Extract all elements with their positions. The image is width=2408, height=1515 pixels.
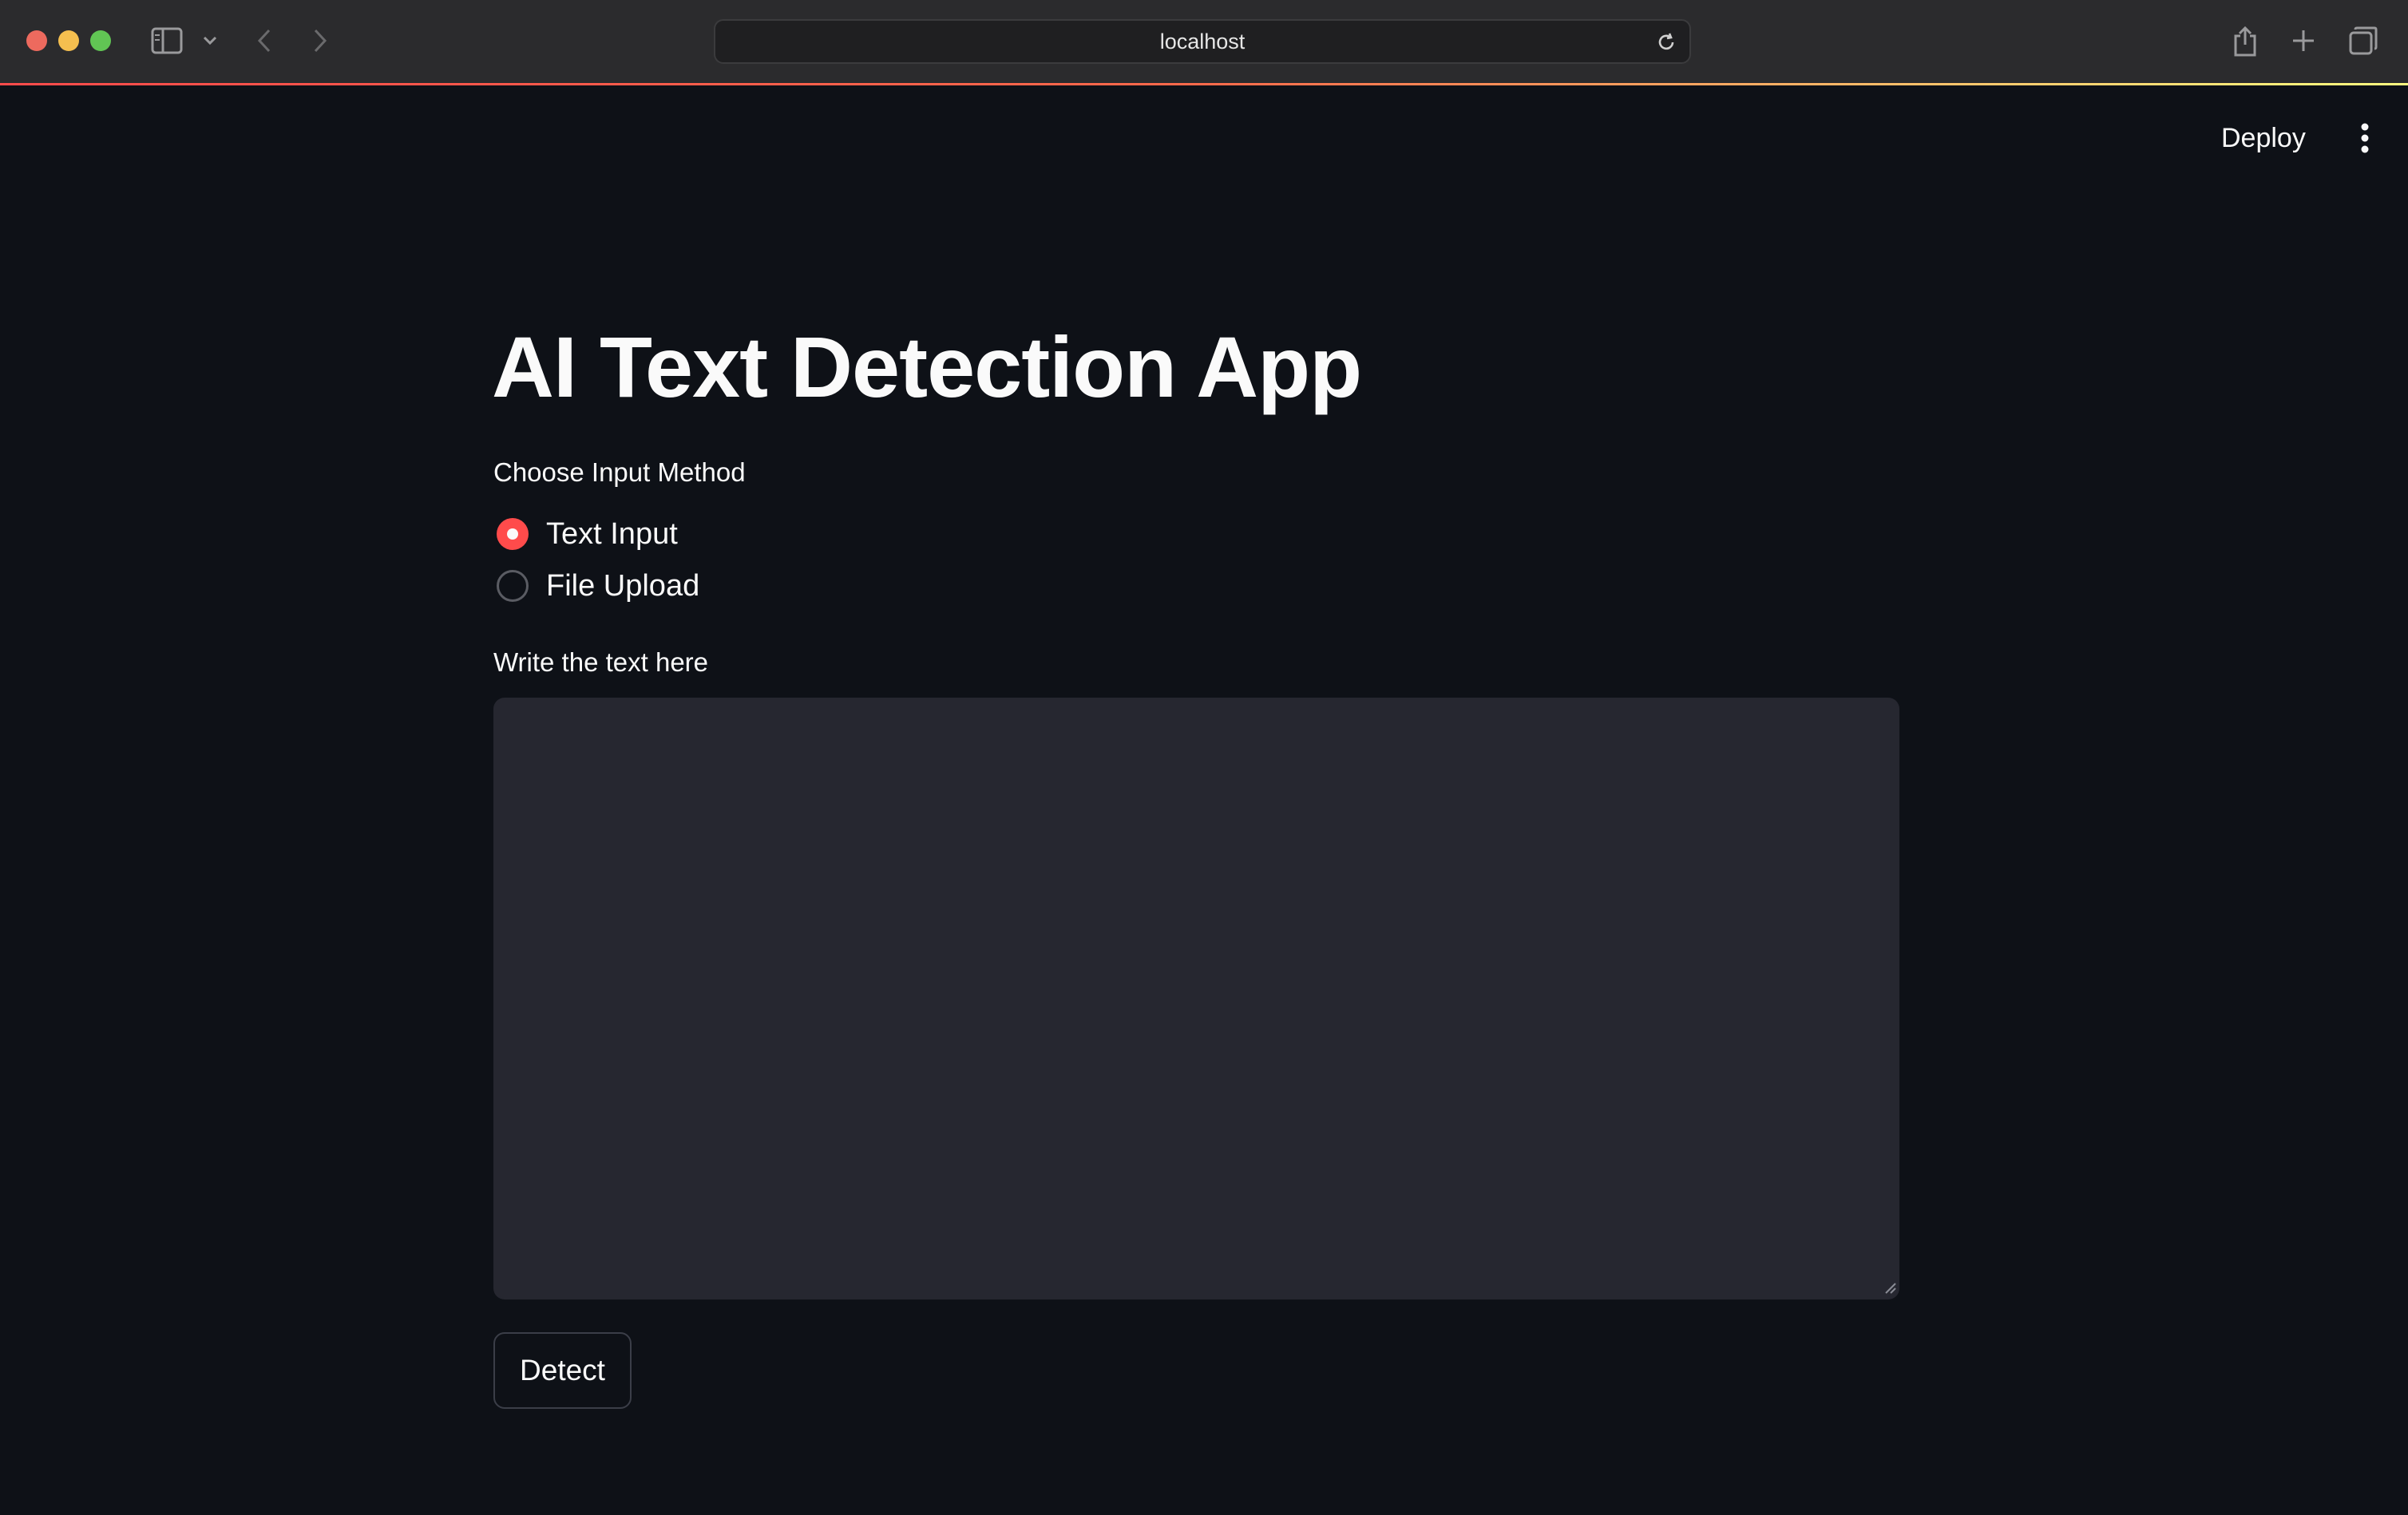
- vertical-ellipsis-icon[interactable]: [2349, 114, 2381, 162]
- back-icon[interactable]: [244, 21, 284, 61]
- minimize-window-button[interactable]: [58, 30, 79, 51]
- share-icon[interactable]: [2225, 21, 2265, 61]
- radio-option-file-upload[interactable]: File Upload: [497, 567, 699, 605]
- textarea-label: Write the text here: [493, 647, 709, 677]
- resize-handle-icon[interactable]: [1883, 1280, 1897, 1295]
- sidebar-icon[interactable]: [147, 21, 187, 61]
- forward-icon[interactable]: [300, 21, 340, 61]
- radio-option-text-input[interactable]: Text Input: [497, 515, 678, 553]
- new-tab-icon[interactable]: [2283, 21, 2323, 61]
- address-bar[interactable]: localhost: [714, 19, 1691, 64]
- streamlit-app: Deploy AI Text Detection App Choose Inpu…: [0, 85, 2408, 1515]
- radio-label: Text Input: [546, 516, 678, 551]
- text-input-area[interactable]: [493, 698, 1899, 1299]
- close-window-button[interactable]: [26, 30, 47, 51]
- tabs-overview-icon[interactable]: [2343, 21, 2383, 61]
- browser-toolbar: localhost: [0, 0, 2408, 85]
- chevron-down-icon[interactable]: [190, 21, 230, 61]
- radio-unselected-icon: [497, 570, 529, 602]
- reload-icon[interactable]: [1653, 29, 1680, 56]
- input-method-label: Choose Input Method: [493, 457, 746, 487]
- radio-label: File Upload: [546, 568, 700, 603]
- url-text: localhost: [1159, 29, 1246, 53]
- deploy-button[interactable]: Deploy: [2212, 114, 2315, 162]
- zoom-window-button[interactable]: [90, 30, 111, 51]
- page-title: AI Text Detection App: [492, 318, 1362, 415]
- radio-selected-icon: [497, 518, 529, 550]
- detect-button[interactable]: Detect: [493, 1332, 632, 1409]
